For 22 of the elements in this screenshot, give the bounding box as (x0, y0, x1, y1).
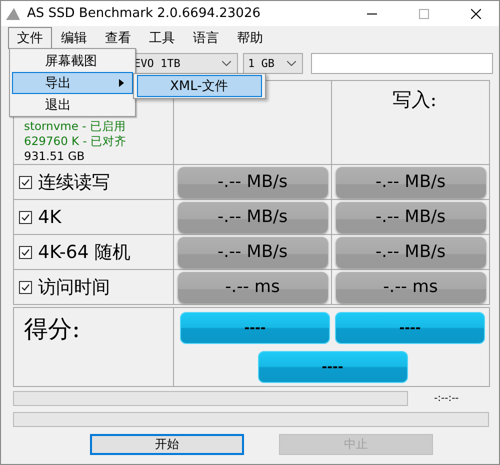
test-label: 4K (38, 206, 62, 228)
result-display: -.-- MB/s (336, 202, 486, 232)
drive-info-text: 931.51 GB (24, 149, 85, 164)
score-label: 得分: (24, 315, 80, 343)
result-display: -.-- MB/s (178, 202, 328, 232)
drive-info-text: 629760 K - 已对齐 (24, 134, 127, 149)
score-display: ---- (180, 312, 330, 344)
result-display: -.-- ms (178, 272, 328, 302)
result-display: -.-- ms (336, 272, 486, 302)
score-display: ---- (258, 351, 408, 383)
result-display: -.-- MB/s (336, 236, 486, 268)
test-label: 访问时间 (38, 276, 110, 299)
result-display: -.-- MB/s (336, 166, 486, 198)
result-display: -.-- MB/s (178, 166, 328, 198)
score-display: ---- (335, 312, 485, 344)
column-header: 写入: (392, 88, 437, 113)
test-label: 连续读写 (38, 171, 110, 194)
window-title: AS SSD Benchmark 2.0.6694.23026 (27, 6, 262, 21)
result-display: -.-- MB/s (178, 236, 328, 268)
elapsed-time: -:--:-- (434, 393, 459, 404)
drive-info-text: stornvme - 已启用 (24, 119, 126, 134)
test-label: 4K-64 随机 (38, 241, 130, 264)
